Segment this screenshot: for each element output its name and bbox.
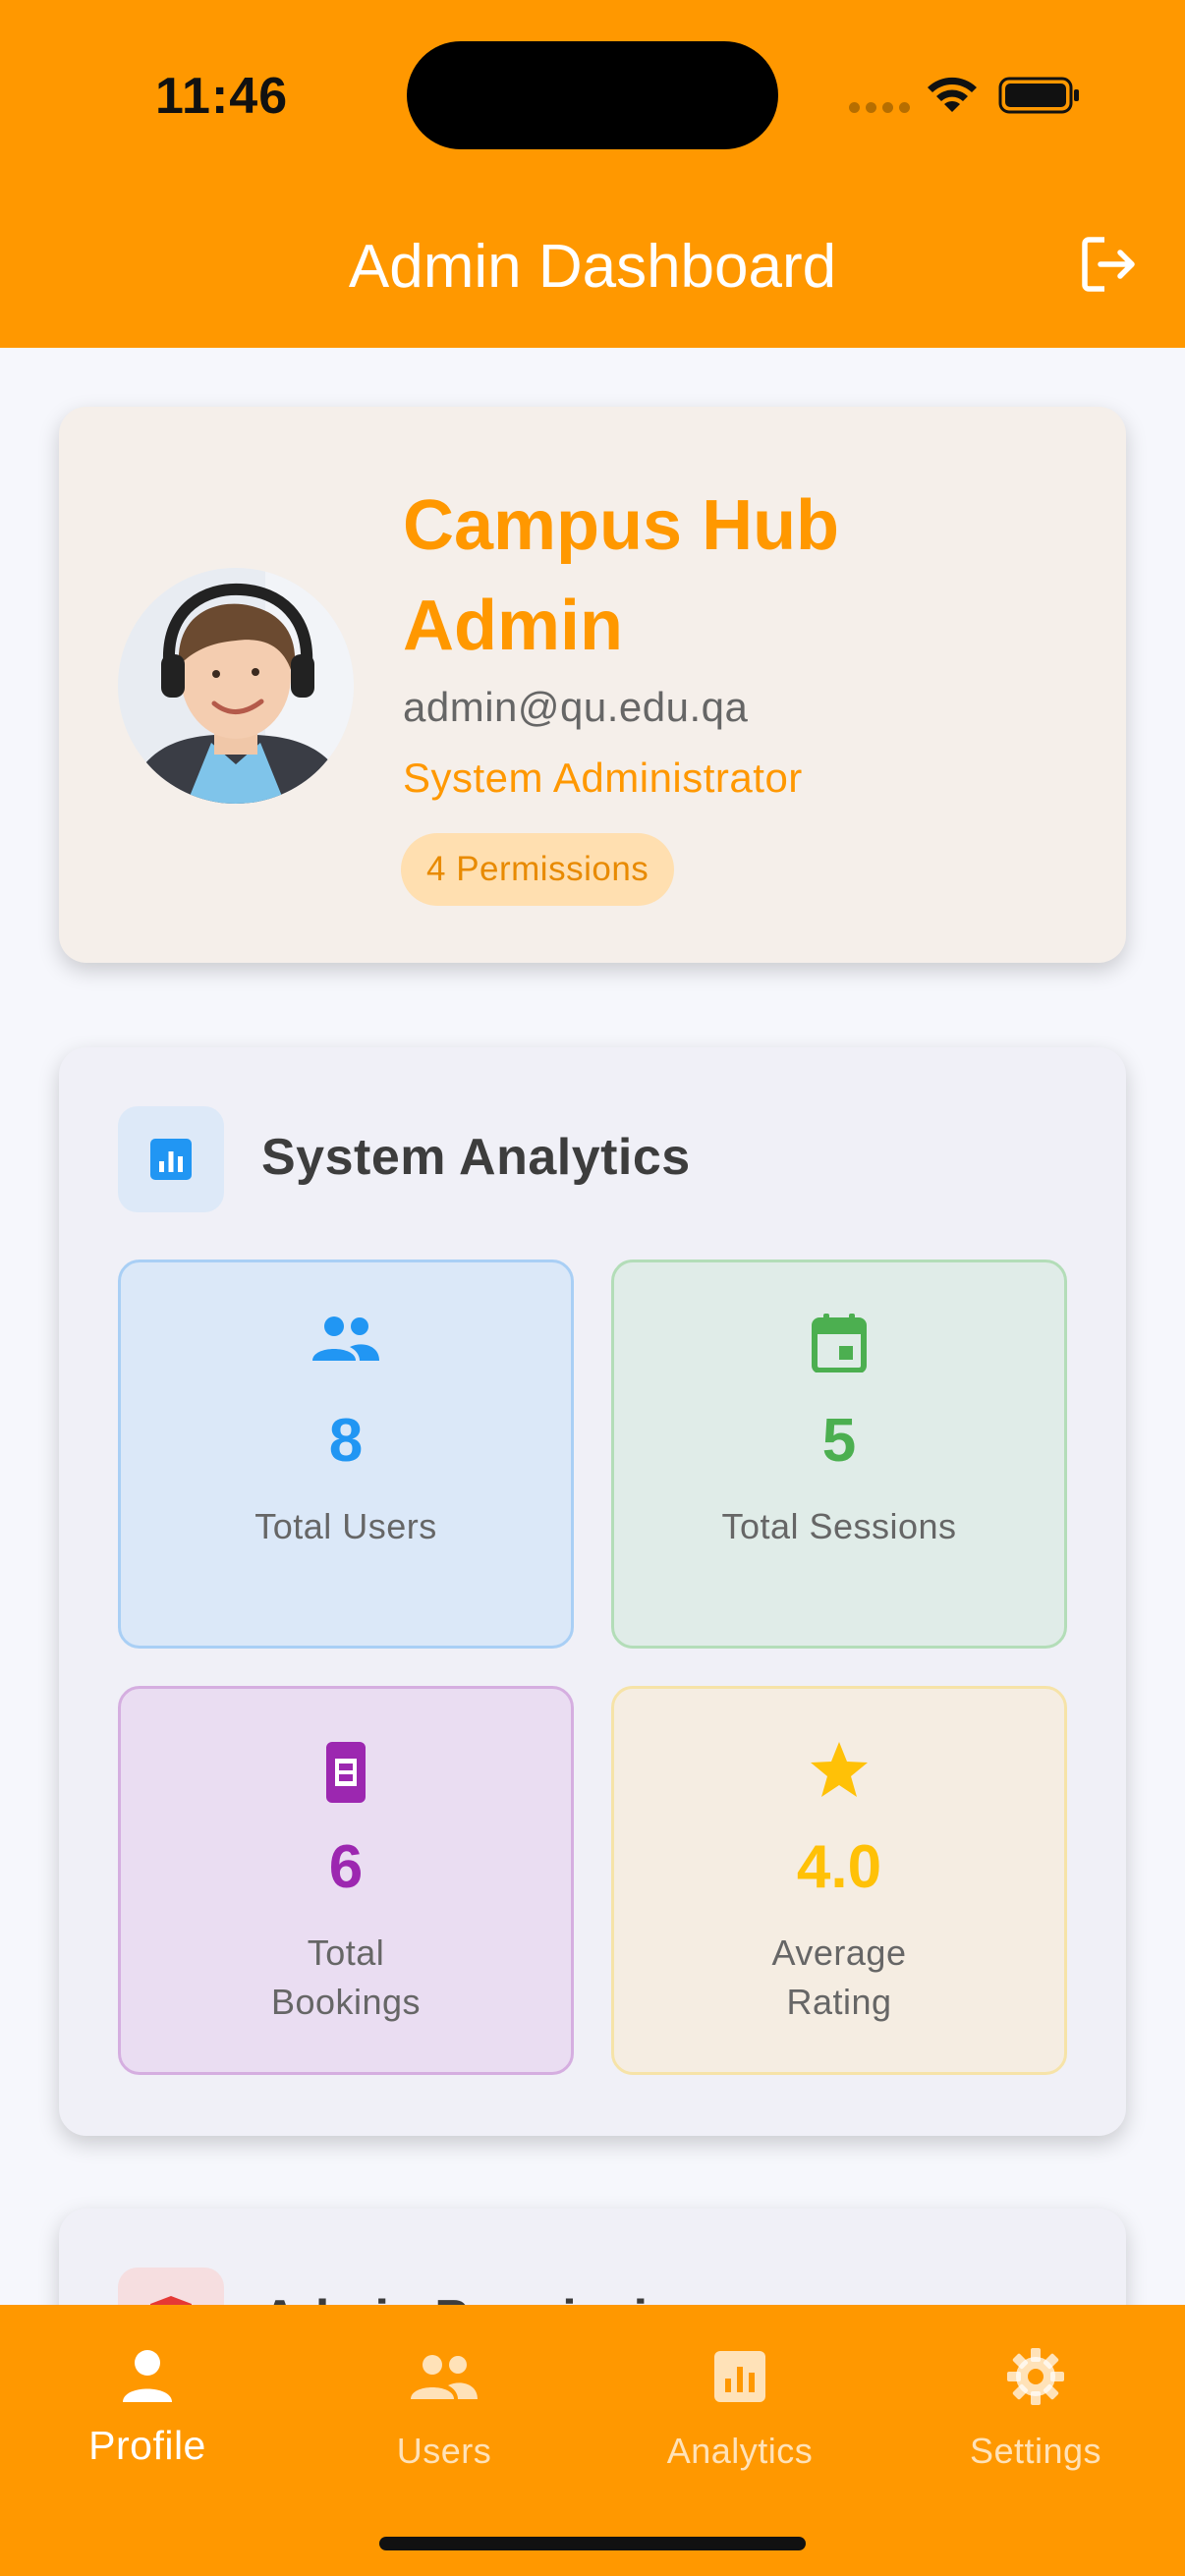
battery-icon: [998, 77, 1079, 114]
people-icon: [121, 1314, 571, 1363]
profile-role: System Administrator: [403, 755, 803, 801]
analytics-icon: [592, 2340, 887, 2413]
nav-label: Analytics: [666, 2431, 814, 2471]
permissions-badge: 4 Permissions: [401, 833, 675, 906]
calendar-icon: [614, 1314, 1064, 1372]
people-icon: [297, 2340, 592, 2413]
bottom-nav: Profile Users Analytics Settings: [0, 2305, 1185, 2576]
stat-label: Total Bookings: [270, 1932, 422, 2022]
app-header: 11:46 Admin Dashboard: [0, 0, 1185, 348]
home-indicator: [379, 2537, 806, 2550]
stat-value: 6: [328, 1833, 364, 1901]
stat-label: Average Rating: [771, 1932, 907, 2022]
stat-label: Total Users: [254, 1506, 437, 1546]
nav-item-users[interactable]: Users: [297, 2340, 592, 2472]
analytics-icon: [118, 1106, 224, 1212]
wifi-icon: [928, 77, 977, 112]
page-title: Admin Dashboard: [348, 233, 837, 301]
stat-card-bookings[interactable]: 6 Total Bookings: [118, 1686, 574, 2075]
nav-label: Profile: [88, 2423, 206, 2468]
dynamic-island: [407, 41, 778, 149]
stat-value: 4.0: [796, 1833, 882, 1901]
status-time: 11:46: [155, 68, 289, 125]
nav-item-analytics[interactable]: Analytics: [592, 2340, 887, 2472]
logout-icon[interactable]: [1079, 234, 1140, 295]
stat-value: 8: [328, 1407, 364, 1475]
booking-icon: [121, 1740, 571, 1805]
gear-icon: [888, 2340, 1183, 2413]
nav-label: Settings: [969, 2431, 1102, 2471]
cellular-icon: [849, 102, 910, 113]
stat-value: 5: [821, 1407, 857, 1475]
profile-email: admin@qu.edu.qa: [403, 684, 749, 730]
nav-item-profile[interactable]: Profile: [0, 2340, 295, 2469]
person-icon: [0, 2340, 295, 2413]
stat-card-users[interactable]: 8 Total Users: [118, 1260, 574, 1649]
stat-card-rating[interactable]: 4.0 Average Rating: [611, 1686, 1067, 2075]
profile-card: Campus Hub Admin admin@qu.edu.qa System …: [59, 407, 1126, 963]
section-title-analytics: System Analytics: [261, 1129, 691, 1186]
nav-item-settings[interactable]: Settings: [888, 2340, 1183, 2472]
star-icon: [614, 1740, 1064, 1799]
nav-label: Users: [396, 2431, 492, 2471]
stat-label: Total Sessions: [721, 1506, 957, 1546]
avatar: [118, 568, 354, 804]
profile-name: Campus Hub Admin: [403, 486, 840, 665]
stat-card-sessions[interactable]: 5 Total Sessions: [611, 1260, 1067, 1649]
analytics-card: System Analytics 8 Total Users 5 Total S…: [59, 1047, 1126, 2136]
